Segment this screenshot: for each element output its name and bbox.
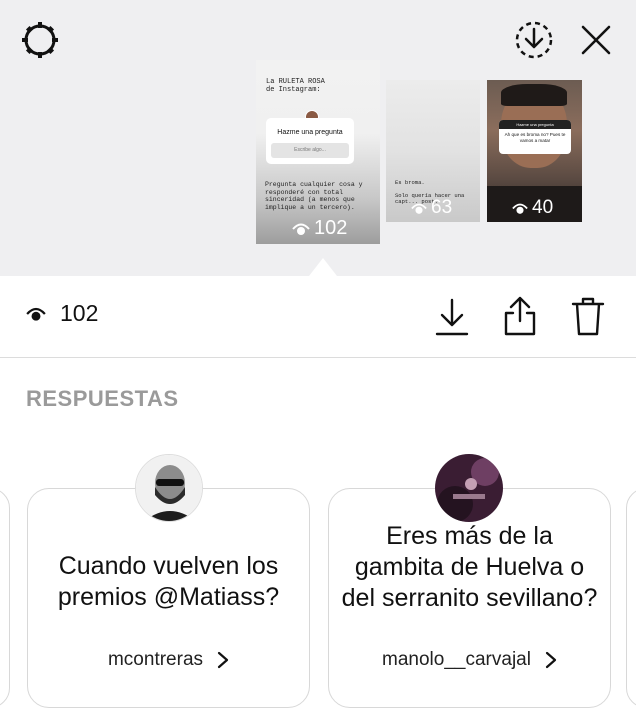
question-sticker: Hazme una pregunta Escribe algo...: [266, 118, 354, 164]
story-title-line: La RULETA ROSA: [266, 78, 325, 86]
save-story-button[interactable]: [512, 18, 556, 62]
story-views-count: 40: [532, 197, 554, 218]
save-circle-icon: [515, 21, 553, 59]
viewers-count: 102: [60, 300, 99, 326]
delete-button[interactable]: [568, 294, 608, 338]
question-sticker: Hazme una pregunta Ah que es broma no? P…: [499, 120, 571, 154]
story-thumbnail[interactable]: Hazme una pregunta Ah que es broma no? P…: [487, 80, 582, 222]
share-button[interactable]: [500, 294, 540, 338]
eye-icon: [292, 223, 310, 235]
story-views-count: 63: [431, 197, 453, 218]
story-views: 40: [512, 197, 553, 219]
avatar-photo: [136, 455, 202, 521]
close-button[interactable]: [574, 18, 618, 62]
response-username: mcontreras: [107, 649, 204, 670]
avatar-photo: [435, 454, 503, 522]
partial-response-card[interactable]: [626, 488, 636, 708]
selected-story-pointer: [309, 258, 337, 276]
eye-icon: [512, 203, 528, 214]
settings-gear-icon: [22, 22, 58, 58]
question-sticker-label: Hazme una pregunta: [499, 120, 571, 129]
avatar[interactable]: [435, 454, 503, 522]
selfie-hair: [501, 84, 567, 106]
story-thumbnail-selected[interactable]: La RULETA ROSA de Instagram: Hazme una p…: [256, 60, 380, 244]
eye-icon: [411, 203, 427, 214]
response-user-link[interactable]: manolo__carvajal: [329, 649, 610, 671]
story-body-text: Pregunta cualquier cosa y responderé con…: [265, 181, 363, 211]
response-user-link[interactable]: mcontreras: [28, 649, 309, 671]
viewers-count-button[interactable]: 102: [26, 300, 98, 327]
eye-icon: [26, 307, 46, 321]
story-title-line: de Instagram:: [266, 86, 321, 94]
partial-response-card[interactable]: [0, 488, 10, 708]
settings-button[interactable]: [18, 18, 62, 62]
story-views: 102: [292, 217, 347, 240]
story-views-count: 102: [314, 217, 348, 239]
response-question: Eres más de la gambita de Huelva o del s…: [341, 522, 598, 612]
question-sticker-input: Escribe algo...: [271, 143, 349, 158]
close-icon: [581, 25, 611, 55]
share-icon: [504, 296, 536, 336]
question-sticker-label: Hazme una pregunta: [277, 129, 343, 136]
responses-section-title: RESPUESTAS: [26, 386, 179, 411]
trash-icon: [571, 297, 605, 336]
story-views: 63: [411, 197, 452, 219]
download-button[interactable]: [432, 296, 472, 338]
avatar[interactable]: [135, 454, 203, 522]
download-icon: [435, 298, 469, 336]
story-thumbnail[interactable]: Es broma. Solo quería hacer una capt... …: [386, 80, 480, 222]
chevron-right-icon: [217, 651, 229, 669]
response-question: Cuando vuelven los premios @Matiass?: [57, 552, 280, 611]
chevron-right-icon: [545, 651, 557, 669]
question-sticker-text: Ah que es broma no? Pues te vamos a mata…: [504, 132, 566, 143]
story-title: La RULETA ROSA de Instagram:: [266, 78, 325, 94]
story-action-bar: 102: [0, 276, 636, 358]
response-username: manolo__carvajal: [382, 649, 531, 670]
story-text-line: Es broma.: [395, 179, 425, 186]
